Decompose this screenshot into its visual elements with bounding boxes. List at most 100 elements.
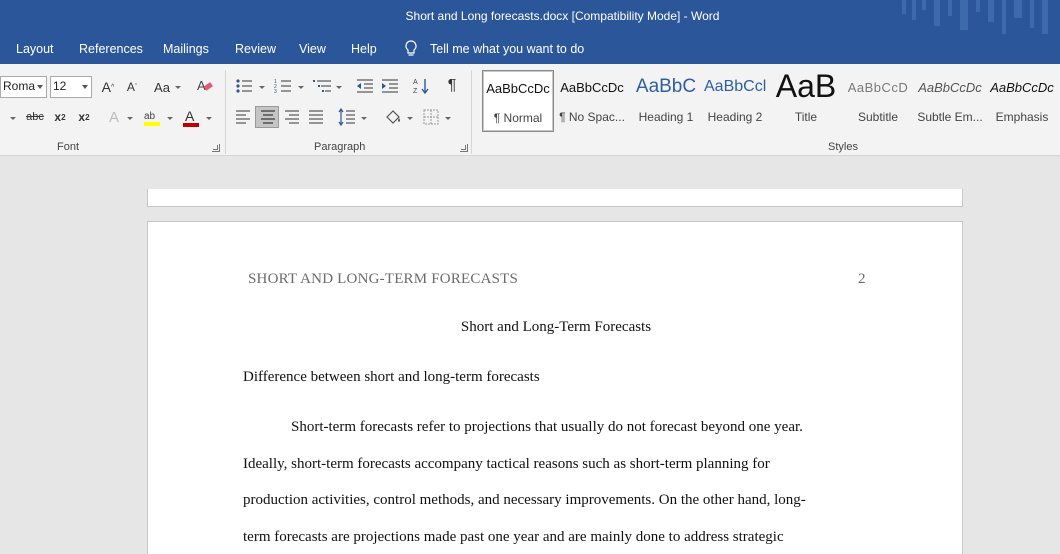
chevron-down-icon <box>259 86 265 89</box>
style-name: Emphasis <box>995 110 1049 124</box>
style-preview: AaBbCcDc <box>918 80 982 95</box>
font-size-value: 12 <box>53 79 67 93</box>
chevron-down-icon <box>127 117 133 120</box>
style-name: Heading 1 <box>638 110 694 124</box>
ribbon: Roma 12 A ^ Aˇ Aa A abc x2 x2 A ab A Font… <box>0 64 1060 156</box>
borders-icon[interactable] <box>423 109 439 125</box>
style-preview: AaBbCcD <box>847 80 909 95</box>
section-heading: Difference between short and long-term f… <box>243 369 540 385</box>
style-subtle-emphasis[interactable]: AaBbCcDc Subtle Em... <box>916 70 984 132</box>
title-bar: Short and Long forecasts.docx [Compatibi… <box>0 0 1060 34</box>
style-preview: AaBbCcDc <box>560 80 624 95</box>
tab-view[interactable]: View <box>299 42 326 56</box>
tab-review[interactable]: Review <box>235 42 276 56</box>
title-bar-pattern <box>902 0 1048 34</box>
page-number: 2 <box>858 271 866 287</box>
shading-icon[interactable] <box>384 108 402 126</box>
show-formatting-marks-icon[interactable]: ¶ <box>444 77 460 95</box>
chevron-down-icon <box>206 117 212 120</box>
previous-page-bottom <box>147 189 963 207</box>
numbering-icon[interactable]: 123 <box>274 78 292 94</box>
style-normal[interactable]: AaBbCcDc ¶ Normal <box>482 70 554 132</box>
style-title[interactable]: AaB Title <box>772 70 840 132</box>
tell-me-search[interactable]: Tell me what you want to do <box>404 40 584 58</box>
running-head: SHORT AND LONG-TERM FORECASTS <box>248 271 519 287</box>
bullets-icon[interactable] <box>235 78 253 94</box>
group-divider <box>225 70 226 154</box>
svg-text:ab: ab <box>144 111 156 122</box>
shrink-font-icon[interactable]: Aˇ <box>124 77 140 97</box>
style-preview: AaBbCcl <box>704 78 766 95</box>
font-name-value: Roma <box>3 79 36 93</box>
style-name: Subtle Em... <box>917 110 983 124</box>
align-right-icon[interactable] <box>284 110 300 124</box>
strikethrough-icon[interactable]: abc <box>25 108 45 126</box>
clear-formatting-icon[interactable]: A <box>196 78 214 94</box>
chevron-down-icon <box>361 117 367 120</box>
style-preview: AaB <box>775 70 837 104</box>
highlighter-icon[interactable]: ab <box>142 108 162 128</box>
paragraph-group-label: Paragraph <box>314 141 366 153</box>
svg-text:A: A <box>197 78 206 93</box>
font-group-label: Font <box>57 141 80 153</box>
chevron-down-icon <box>298 86 304 89</box>
multilevel-list-icon[interactable] <box>313 78 333 94</box>
svg-text:A: A <box>185 108 195 124</box>
svg-text:A: A <box>413 79 418 86</box>
line-spacing-icon[interactable] <box>338 108 356 126</box>
style-name: Title <box>794 110 818 124</box>
increase-indent-icon[interactable] <box>381 78 399 94</box>
tab-layout[interactable]: Layout <box>16 42 54 56</box>
style-heading-2[interactable]: AaBbCcl Heading 2 <box>704 70 766 132</box>
paragraph-dialog-launcher-icon[interactable] <box>460 144 468 152</box>
style-name: Subtitle <box>857 110 899 124</box>
style-preview: AaBbCcDc <box>990 80 1054 95</box>
style-preview: AaBbCcDc <box>486 81 550 96</box>
style-name: ¶ No Spac... <box>559 110 625 124</box>
styles-group-label: Styles <box>828 141 858 153</box>
document-title: Short and Long-Term Forecasts <box>460 319 652 335</box>
style-preview: AaBbC <box>635 76 697 97</box>
change-case-icon[interactable]: Aa <box>151 77 173 97</box>
body-text-line: Ideally, short-term forecasts accompany … <box>243 456 770 472</box>
font-name-combo[interactable]: Roma <box>0 76 47 98</box>
align-left-icon[interactable] <box>235 110 251 124</box>
style-heading-1[interactable]: AaBbC Heading 1 <box>630 70 702 132</box>
font-color-icon[interactable]: A <box>181 108 201 128</box>
sort-icon[interactable]: A Z <box>413 77 431 95</box>
text-effects-icon[interactable]: A <box>105 108 123 126</box>
superscript-icon[interactable]: x2 <box>75 108 93 126</box>
style-emphasis[interactable]: AaBbCcDc Emphasis <box>988 70 1056 132</box>
chevron-down-icon <box>336 86 342 89</box>
tab-mailings[interactable]: Mailings <box>163 42 209 56</box>
styles-gallery: AaBbCcDc ¶ Normal AaBbCcDc ¶ No Spac... … <box>480 70 1060 132</box>
style-name: Heading 2 <box>707 110 763 124</box>
body-text-line: term forecasts are projections made past… <box>243 529 784 545</box>
svg-text:3: 3 <box>274 89 277 94</box>
grow-font-icon[interactable]: A ^ <box>99 77 117 97</box>
chevron-down-icon <box>445 117 451 120</box>
body-text-line: Short-term forecasts refer to projection… <box>291 419 803 435</box>
style-no-spacing[interactable]: AaBbCcDc ¶ No Spac... <box>556 70 628 132</box>
lightbulb-icon <box>405 40 417 56</box>
tab-references[interactable]: References <box>79 42 143 56</box>
tab-help[interactable]: Help <box>351 42 377 56</box>
body-text-line: production activities, control methods, … <box>243 492 806 508</box>
chevron-down-icon <box>82 85 88 89</box>
document-page[interactable]: SHORT AND LONG-TERM FORECASTS 2 Short an… <box>147 221 963 554</box>
align-center-button[interactable] <box>255 106 279 128</box>
svg-text:Z: Z <box>413 88 418 95</box>
group-divider <box>471 70 472 154</box>
chevron-down-icon <box>407 117 413 120</box>
font-dialog-launcher-icon[interactable] <box>212 144 220 152</box>
align-center-icon <box>261 110 275 124</box>
chevron-down-icon <box>175 86 181 89</box>
subscript-icon[interactable]: x2 <box>51 108 69 126</box>
document-canvas[interactable]: SHORT AND LONG-TERM FORECASTS 2 Short an… <box>0 157 1060 554</box>
style-subtitle[interactable]: AaBbCcD Subtitle <box>844 70 912 132</box>
justify-icon[interactable] <box>308 110 324 124</box>
tell-me-label: Tell me what you want to do <box>430 42 585 56</box>
font-size-combo[interactable]: 12 <box>50 76 92 98</box>
ribbon-tabs: Layout References Mailings Review View H… <box>0 34 1060 64</box>
decrease-indent-icon[interactable] <box>356 78 374 94</box>
